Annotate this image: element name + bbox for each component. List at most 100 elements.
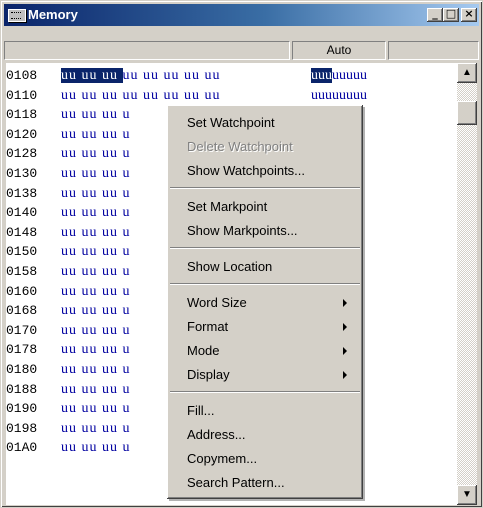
memory-bytes[interactable]: uu uu uu u [61,185,131,203]
memory-bytes[interactable]: uu uu uu u [61,106,131,124]
memory-bytes[interactable]: uu uu uu uu uu uu uu uu [61,87,221,105]
memory-bytes[interactable]: uu uu uu u [61,381,131,399]
memory-bytes[interactable]: uu uu uu u [61,400,131,418]
memory-byte-values[interactable]: uu uu uu u [61,205,131,220]
memory-bytes[interactable]: uu uu uu u [61,145,131,163]
memory-byte-values[interactable]: uu uu uu u [61,342,131,357]
memory-bytes[interactable]: uu uu uu u [61,420,131,438]
memory-byte-values[interactable]: uu uu uu u [61,244,131,259]
menu-item-set-watchpoint[interactable]: Set Watchpoint [187,113,357,133]
memory-bytes[interactable]: uu uu uu u [61,243,131,261]
memory-bytes[interactable]: uu uu uu u [61,224,131,242]
memory-byte-values[interactable]: uu uu uu u [61,421,131,436]
menu-item-format[interactable]: Format [187,317,357,337]
menu-item-fill[interactable]: Fill... [187,401,357,421]
memory-bytes[interactable]: uu uu uu u [61,263,131,281]
scroll-up-button[interactable]: ▲ [457,63,477,83]
memory-window: Memory _ □ × Auto 0108 uu uu uu uu uu uu … [0,0,483,508]
menu-item-word-size[interactable]: Word Size [187,293,357,313]
memory-address: 0118 [6,107,38,123]
memory-bytes[interactable]: uu uu uu u [61,341,131,359]
status-bar: Auto [4,41,479,60]
menu-item-show-watchpoints[interactable]: Show Watchpoints... [187,161,357,181]
memory-ascii-values[interactable]: uuuuu [332,68,367,83]
close-button[interactable]: × [461,8,477,22]
memory-byte-values[interactable]: uu uu uu uu uu [123,68,221,83]
menu-item-label: Format [187,319,229,334]
memory-address: 0140 [6,205,38,221]
context-menu: Set Watchpoint Delete Watchpoint Show Wa… [167,105,363,499]
menu-separator [170,283,360,285]
memory-byte-values[interactable]: uu uu uu u [61,186,131,201]
memory-address: 0148 [6,224,38,240]
memory-ascii[interactable]: uuuuuuuu [311,87,367,105]
menu-separator [170,391,360,393]
memory-bytes[interactable]: uu uu uu u [61,165,131,183]
memory-address: 0130 [6,166,38,181]
menu-item-search-pattern[interactable]: Search Pattern... [187,473,357,493]
memory-bytes[interactable]: uu uu uu u [61,283,131,301]
title-bar[interactable]: Memory _ □ × [4,4,479,26]
status-mode-field[interactable]: Auto [292,41,386,60]
memory-address: 0158 [6,264,38,279]
memory-byte-values[interactable]: uu uu uu u [61,284,131,299]
memory-bytes[interactable]: uu uu uu u [61,322,131,340]
memory-address: 0168 [6,303,38,319]
scroll-thumb[interactable] [457,101,477,125]
memory-address: 0178 [6,342,38,358]
submenu-arrow-icon [343,323,347,331]
menu-item-label: Display [187,367,230,382]
submenu-arrow-icon [343,371,347,379]
memory-address: 0198 [6,420,38,436]
menu-item-label: Word Size [187,295,247,310]
memory-byte-values[interactable]: uu uu uu u [61,362,131,377]
memory-address: 0190 [6,401,38,417]
menu-item-show-markpoints[interactable]: Show Markpoints... [187,221,357,241]
memory-bytes[interactable]: uu uu uu u [61,204,131,222]
menu-item-address[interactable]: Address... [187,425,357,445]
memory-window-icon[interactable] [8,9,26,22]
memory-bytes[interactable]: uu uu uu u [61,439,131,457]
memory-ascii-values[interactable]: uuuuuuuu [311,88,367,103]
memory-byte-values[interactable]: uu uu uu u [61,107,131,122]
memory-address: 0128 [6,146,38,162]
memory-bytes[interactable]: uu uu uu u [61,302,131,320]
status-field-1 [4,41,290,60]
memory-address: 0180 [6,362,38,377]
memory-bytes[interactable]: uu uu uu u [61,126,131,144]
menu-item-set-markpoint[interactable]: Set Markpoint [187,197,357,217]
maximize-button[interactable]: □ [443,8,459,22]
memory-byte-values[interactable]: uu uu uu u [61,166,131,181]
vertical-scrollbar[interactable]: ▲ ▼ [457,63,477,505]
menu-separator [170,187,360,189]
memory-byte-values[interactable]: uu uu uu u [61,401,131,416]
memory-byte-values[interactable]: uu uu uu u [61,323,131,338]
selected-bytes[interactable]: uu uu uu [61,68,123,83]
memory-byte-values[interactable]: uu uu uu u [61,264,131,279]
memory-byte-values[interactable]: uu uu uu u [61,440,131,455]
memory-byte-values[interactable]: uu uu uu u [61,225,131,240]
memory-address: 0188 [6,381,38,397]
minimize-button[interactable]: _ [427,8,443,22]
memory-bytes[interactable]: uu uu uu u [61,361,131,379]
status-field-4 [388,41,479,60]
submenu-arrow-icon [343,347,347,355]
memory-byte-values[interactable]: uu uu uu u [61,303,131,318]
menu-item-mode[interactable]: Mode [187,341,357,361]
memory-address: 0150 [6,244,38,260]
memory-bytes[interactable]: uu uu uu uu uu uu uu uu [61,67,221,85]
memory-address: 01A0 [6,440,38,456]
memory-address: 0160 [6,283,38,299]
menu-item-show-location[interactable]: Show Location [187,257,357,277]
memory-byte-values[interactable]: uu uu uu u [61,382,131,397]
selected-ascii[interactable]: uuu [311,68,332,83]
memory-byte-values[interactable]: uu uu uu uu uu uu uu uu [61,88,221,103]
menu-item-copymem[interactable]: Copymem... [187,449,357,469]
menu-item-display[interactable]: Display [187,365,357,385]
memory-byte-values[interactable]: uu uu uu u [61,146,131,161]
memory-address: 0138 [6,185,38,201]
scroll-down-button[interactable]: ▼ [457,485,477,505]
window-title: Memory [28,7,78,22]
memory-byte-values[interactable]: uu uu uu u [61,127,131,142]
memory-ascii[interactable]: uuuuuuuu [311,67,367,85]
